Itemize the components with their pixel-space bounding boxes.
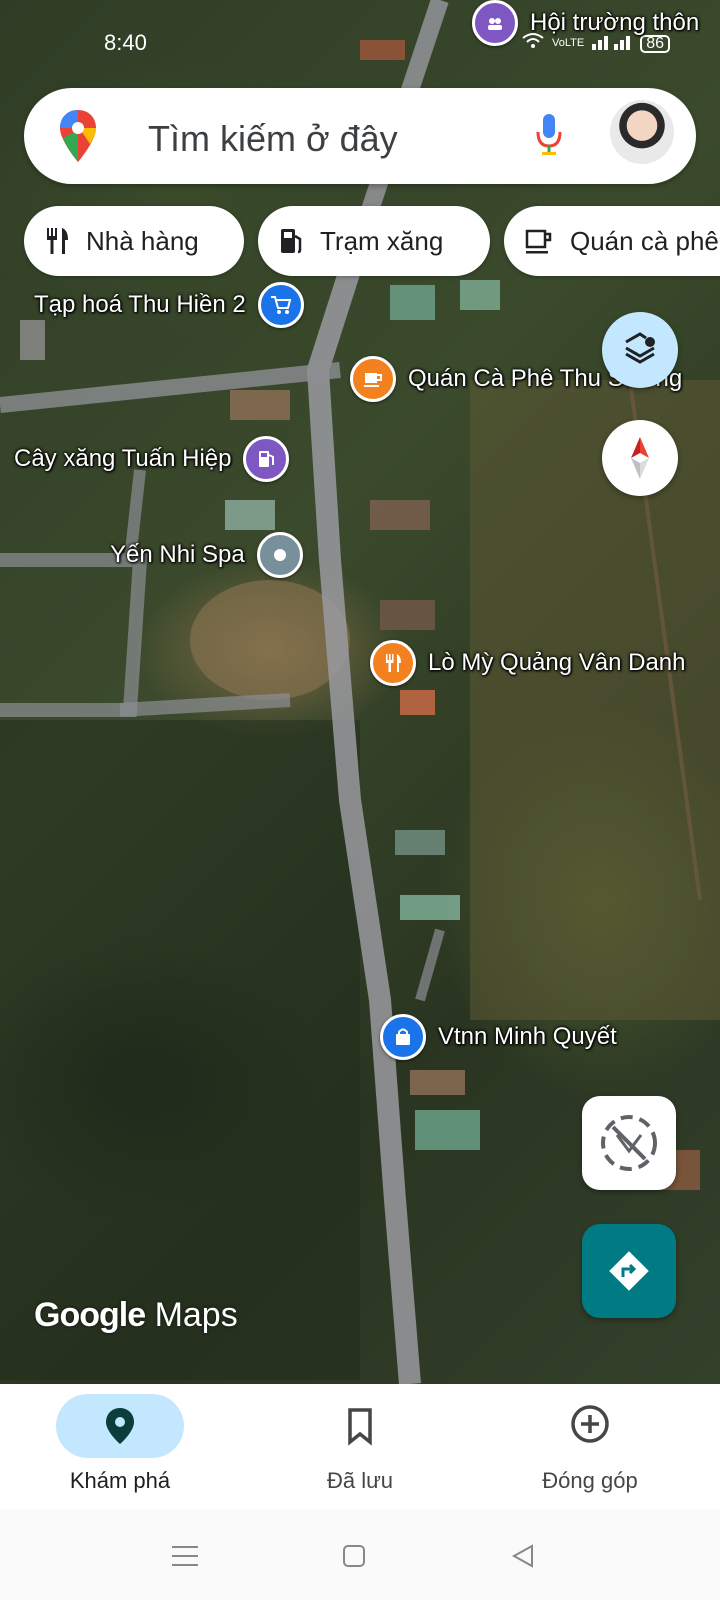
bottom-navigation: Khám phá Đã lưu Đóng góp [0,1384,720,1510]
restaurant-icon [370,640,416,686]
gas-station-icon [243,436,290,482]
poi-label: Lò Mỳ Quảng Vân Danh [428,649,686,676]
chip-gas-stations[interactable]: Trạm xăng [258,206,490,276]
coffee-icon [525,229,552,254]
tab-label: Đóng góp [542,1468,638,1493]
layers-button[interactable] [602,312,678,388]
maps-wordmark: Maps [154,1296,238,1334]
shopping-cart-icon [257,282,304,328]
maps-pin-logo [58,108,98,169]
bookmark-icon [340,1404,380,1453]
explore-pin-icon [100,1404,140,1453]
search-bar[interactable]: Tìm kiếm ở đây [24,88,696,184]
dot-icon [256,532,303,578]
back-icon[interactable] [510,1544,534,1573]
category-chips: Nhà hàng Trạm xăng Quán cà phê [24,206,720,278]
gas-station-icon [281,229,302,254]
compass-button[interactable] [602,420,678,496]
directions-icon [609,1251,649,1291]
compass-icon [631,437,649,479]
system-navigation-bar [0,1510,720,1600]
community-icon [472,0,518,46]
chip-coffee[interactable]: Quán cà phê [504,206,720,276]
poi-lo-my[interactable]: Lò Mỳ Quảng Vân Danh [370,640,686,686]
google-wordmark: Google [34,1296,146,1334]
my-location-button[interactable] [582,1096,676,1190]
chip-label: Trạm xăng [320,225,444,256]
shopping-bag-icon [380,1014,426,1060]
status-time: 8:40 [104,30,147,55]
layers-icon [625,332,655,364]
poi-label: Hội trường thôn [530,9,700,36]
poi-label: Yến Nhi Spa [110,541,245,568]
add-circle-icon [570,1404,614,1453]
poi-hoi-truong[interactable]: Hội trường thôn [472,0,699,46]
home-icon[interactable] [342,1544,366,1573]
directions-button[interactable] [582,1224,676,1318]
coffee-icon [350,356,396,402]
tab-label: Khám phá [69,1468,171,1493]
tab-saved[interactable]: Đã lưu [240,1384,480,1510]
menu-icon[interactable] [172,1544,198,1573]
poi-cay-xang[interactable]: Cây xăng Tuấn Hiệp [14,436,290,482]
search-input[interactable]: Tìm kiếm ở đây [148,118,398,160]
mic-icon[interactable] [534,110,564,165]
poi-vtnn[interactable]: Vtnn Minh Quyết [380,1014,617,1060]
poi-label: Vtnn Minh Quyết [438,1023,617,1050]
poi-yen-nhi-spa[interactable]: Yến Nhi Spa [110,532,303,578]
restaurant-icon [47,228,68,254]
poi-tap-hoa[interactable]: Tạp hoá Thu Hiền 2 [34,282,304,328]
poi-label: Tạp hoá Thu Hiền 2 [34,291,246,318]
chip-restaurants[interactable]: Nhà hàng [24,206,244,276]
chip-label: Quán cà phê [570,225,719,256]
poi-label: Cây xăng Tuấn Hiệp [14,445,232,472]
location-off-icon [601,1115,657,1171]
tab-explore[interactable]: Khám phá [0,1384,240,1510]
chip-label: Nhà hàng [86,225,199,256]
tab-label: Đã lưu [326,1468,394,1493]
tab-contribute[interactable]: Đóng góp [470,1384,710,1510]
google-maps-logo: Google Maps [34,1296,238,1335]
avatar[interactable] [610,100,674,164]
